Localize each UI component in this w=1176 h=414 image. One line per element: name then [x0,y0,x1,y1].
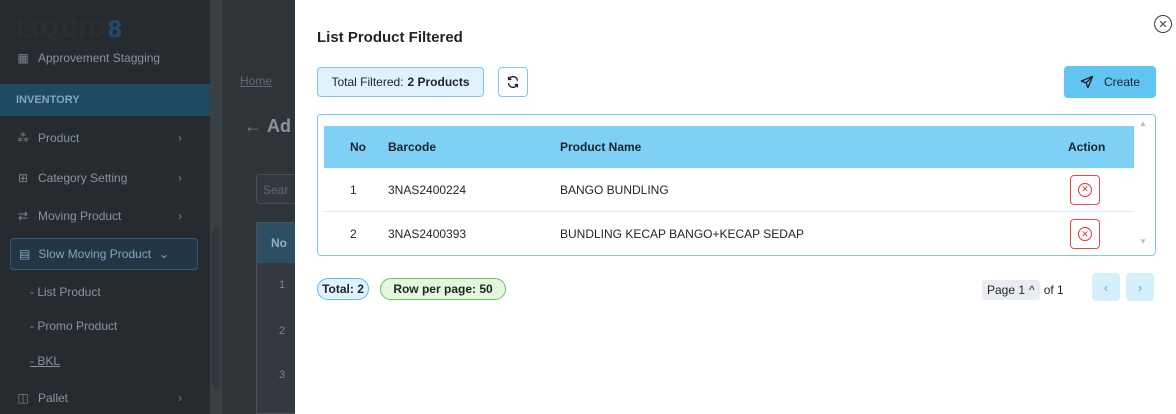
sidebar-item-approvement-stagging[interactable]: ▦ Approvement Stagging [0,44,210,72]
page-select[interactable]: Page 1 ^ [982,280,1040,300]
total-filtered-pill: Total Filtered: 2 Products [317,67,484,97]
rows-per-page-badge[interactable]: Row per page: 50 [380,278,506,300]
building-icon: ▤ [19,247,31,261]
page-of-label: of 1 [1043,283,1064,297]
create-button[interactable]: Create [1064,66,1156,98]
column-header-action: Action [1068,140,1106,154]
arrows-icon: ⇄ [17,209,29,223]
remove-button[interactable]: ✕ [1070,174,1100,205]
close-icon[interactable]: ✕ [1154,15,1172,33]
chevron-right-icon: › [178,131,182,145]
sidebar-item-moving-product[interactable]: ⇄ Moving Product › [0,196,210,236]
column-header-product-name: Product Name [560,140,642,154]
remove-button[interactable]: ✕ [1070,219,1100,249]
row-number: 2 [350,227,357,241]
chevron-down-icon: ⌄ [159,247,170,261]
sidebar-item-slow-moving-product[interactable]: ▤ Slow Moving Product ⌄ [10,238,198,270]
column-header-barcode: Barcode [388,140,437,154]
row-product-name: BUNDLING KECAP BANGO+KECAP SEDAP [560,227,804,241]
breadcrumb[interactable]: Home [240,74,272,88]
chevron-right-icon: › [178,391,182,405]
sidebar-subitem-bkl[interactable]: - BKL [30,354,60,368]
refresh-icon [507,75,519,89]
back-arrow-icon[interactable]: ← Ad [244,116,291,137]
sidebar: LIQUID8 ▦ Approvement Stagging INVENTORY… [0,0,210,414]
category-icon: ⊞ [17,171,29,185]
refresh-button[interactable] [498,67,528,97]
sidebar-section-inventory: INVENTORY [0,84,210,116]
row-product-name: BANGO BUNDLING [560,182,669,197]
row-barcode: 3NAS2400393 [388,227,467,241]
remove-circle-icon: ✕ [1078,182,1092,197]
sidebar-subitem-promo-product[interactable]: - Promo Product [30,319,117,333]
table-scrollbar[interactable]: ▲ ▼ [1136,119,1150,251]
background-row-number: 2 [279,325,286,337]
table-row: 1 3NAS2400224 BANGO BUNDLING ✕ [324,168,1134,212]
column-header-no: No [350,140,366,154]
list-product-filtered-modal: List Product Filtered ✕ Total Filtered: … [295,0,1176,414]
remove-circle-icon: ✕ [1078,227,1092,241]
send-icon [1080,75,1094,89]
chevron-right-icon: › [178,209,182,223]
total-badge: Total: 2 [317,278,369,300]
sidebar-item-product[interactable]: ⁂ Product › [0,118,210,158]
chevron-left-icon: ‹ [1103,279,1109,295]
logo: LIQUID8 [16,18,124,43]
pagination: Page 1 ^ of 1 [982,280,1064,300]
table-header: No Barcode Product Name Action [324,126,1134,168]
row-number: 1 [350,182,357,197]
background-row-number: 3 [279,369,286,381]
product-table: No Barcode Product Name Action 1 3NAS240… [317,114,1156,256]
sidebar-item-category-setting[interactable]: ⊞ Category Setting › [0,158,210,198]
sidebar-subitem-list-product[interactable]: - List Product [30,285,101,299]
chevron-up-icon: ^ [1029,283,1035,297]
sidebar-item-pallet[interactable]: ◫ Pallet › [0,378,210,414]
scroll-up-icon[interactable]: ▲ [1139,119,1147,128]
scroll-down-icon[interactable]: ▼ [1139,237,1147,246]
grid-icon: ▦ [17,51,29,65]
next-page-button[interactable]: › [1126,273,1154,301]
page: LIQUID8 ▦ Approvement Stagging INVENTORY… [0,0,1176,414]
row-barcode: 3NAS2400224 [388,182,467,197]
modal-title: List Product Filtered [317,29,463,46]
background-row-number: 1 [279,279,286,291]
cubes-icon: ⁂ [17,131,29,145]
chevron-right-icon: › [1137,279,1143,295]
sidebar-scrollbar[interactable] [212,228,220,388]
pallet-icon: ◫ [17,391,29,405]
chevron-right-icon: › [178,171,182,185]
prev-page-button[interactable]: ‹ [1092,273,1120,301]
table-row: 2 3NAS2400393 BUNDLING KECAP BANGO+KECAP… [324,212,1134,255]
